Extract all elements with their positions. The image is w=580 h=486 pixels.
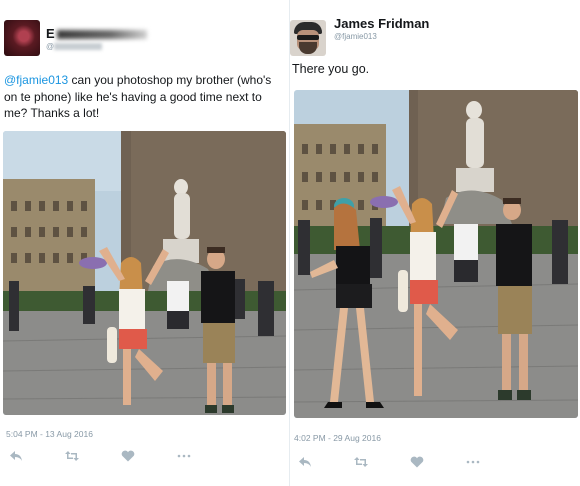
mention-link[interactable]: @fjamie013 — [4, 73, 68, 87]
more-icon[interactable] — [465, 455, 481, 469]
tweet-timestamp[interactable]: 4:02 PM - 29 Aug 2016 — [294, 433, 381, 443]
author-handle[interactable]: @fjamie013 — [334, 32, 377, 41]
tweet-text: @fjamie013 can you photoshop my brother … — [4, 73, 272, 120]
tweet-actions — [8, 449, 232, 463]
author-avatar[interactable] — [290, 20, 326, 56]
photo-original — [3, 131, 286, 415]
retweet-icon[interactable] — [64, 449, 80, 463]
author-avatar[interactable] — [4, 20, 40, 56]
heart-icon[interactable] — [409, 455, 425, 469]
original-tweet: E @ @fjamie013 can you photoshop my brot… — [0, 0, 290, 486]
tweet-actions — [297, 455, 521, 469]
photo-edited — [294, 90, 578, 418]
reply-tweet: James Fridman @fjamie013 There you go. 4… — [290, 0, 580, 486]
retweet-icon[interactable] — [353, 455, 369, 469]
tweet-timestamp[interactable]: 5:04 PM - 13 Aug 2016 — [6, 429, 93, 439]
author-name[interactable]: James Fridman — [334, 16, 429, 31]
heart-icon[interactable] — [120, 449, 136, 463]
redacted-handle — [54, 43, 103, 51]
author-handle[interactable]: @ — [46, 42, 103, 51]
tweet-photo[interactable] — [3, 131, 286, 415]
more-icon[interactable] — [176, 449, 192, 463]
reply-icon[interactable] — [297, 455, 313, 469]
author-name[interactable]: E — [46, 26, 147, 41]
tweet-photo[interactable] — [294, 90, 578, 418]
reply-icon[interactable] — [8, 449, 24, 463]
tweet-text: There you go. — [292, 62, 370, 76]
redacted-name — [56, 30, 147, 40]
